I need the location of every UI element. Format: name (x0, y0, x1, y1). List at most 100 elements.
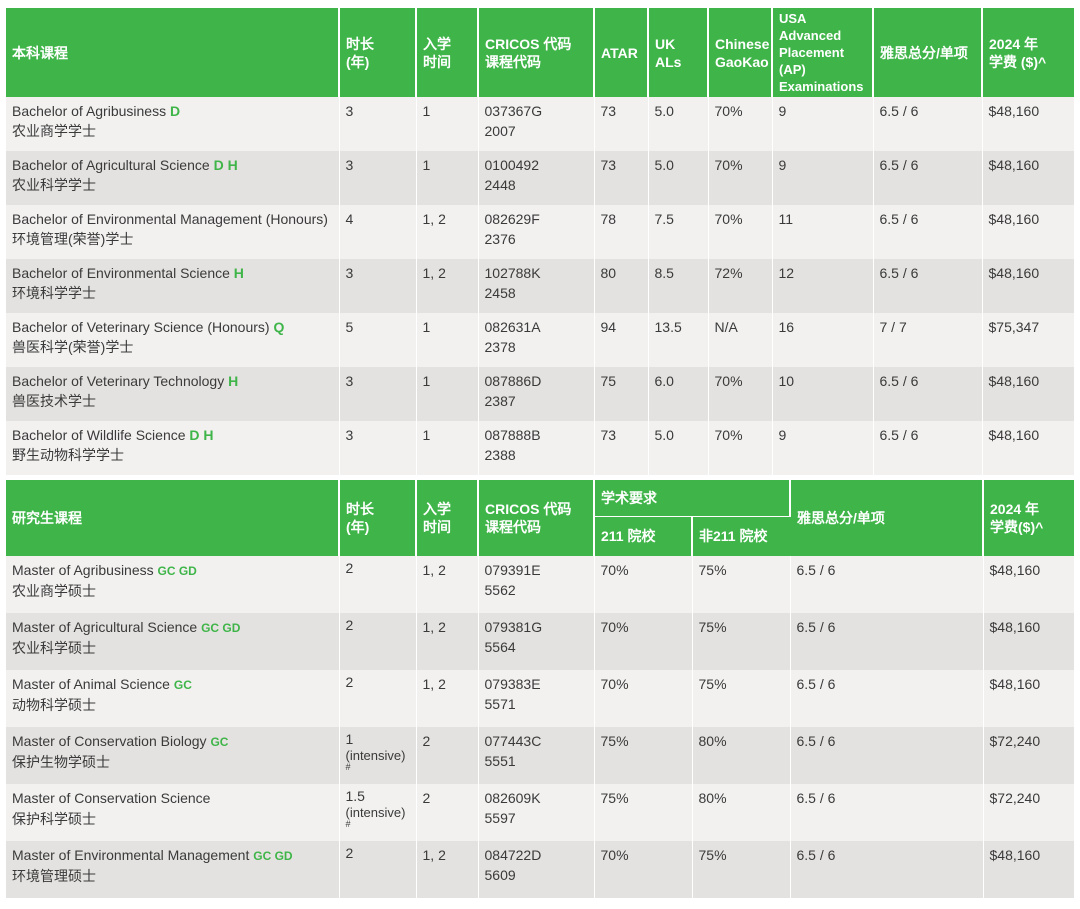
duration-cell: 4 (339, 205, 417, 259)
program-name-en: Master of Agricultural Science GC GD (12, 617, 333, 638)
program-name-en: Bachelor of Wildlife Science D H (12, 425, 333, 445)
duration-cell: 3 (339, 367, 417, 421)
program-name-en-text: Bachelor of Agribusiness (12, 103, 167, 119)
ukal-cell: 6.0 (648, 367, 709, 421)
program-name-zh: 环境管理硕士 (12, 868, 96, 884)
fee-cell: $72,240 (983, 784, 1074, 841)
ukal-cell: 7.5 (648, 205, 709, 259)
table-row: Bachelor of Agribusiness D 农业商学学士 3 1 037367… (6, 97, 1074, 151)
fee-cell: $48,160 (982, 259, 1074, 313)
program-name-zh: 兽医技术学士 (12, 393, 96, 409)
duration-footnote-mark: # (345, 819, 351, 829)
undergrad-header-duration: 时长 (年) (339, 8, 417, 97)
c211-cell: 70% (594, 556, 693, 613)
ukal-cell: 13.5 (648, 313, 709, 367)
program-tag: H (233, 265, 244, 281)
cricos-code: 082609K (484, 790, 541, 806)
gaokao-cell: 70% (708, 367, 773, 421)
intake-cell: 1 (416, 97, 479, 151)
undergrad-header-atar: ATAR (594, 8, 649, 97)
cricos-cell: 082629F 2376 (478, 205, 595, 259)
intake-cell: 1, 2 (416, 205, 479, 259)
ap-cell: 16 (772, 313, 874, 367)
program-name-en: Master of Animal Science GC (12, 674, 333, 695)
program-cell: Master of Conservation Science 保护科学硕士 (6, 784, 340, 841)
postgrad-header-intake: 入学 时间 (416, 480, 479, 556)
course-code: 5609 (484, 867, 516, 883)
ap-cell: 9 (772, 151, 874, 205)
program-tag: D (169, 103, 181, 119)
cricos-cell: 079383E 5571 (478, 670, 595, 727)
program-name-en: Master of Conservation Biology GC (12, 731, 333, 752)
course-code: 5562 (484, 582, 516, 598)
table-row: Master of Conservation Biology GC 保护生物学硕士… (6, 727, 1074, 784)
intake-cell: 1, 2 (416, 259, 479, 313)
intake-cell: 1, 2 (416, 613, 479, 670)
program-name-zh: 农业科学学士 (12, 177, 96, 193)
program-name-zh: 野生动物科学学士 (12, 447, 124, 463)
program-cell: Bachelor of Environmental Management (Ho… (6, 205, 340, 259)
course-code: 5564 (484, 639, 516, 655)
program-tag: Q (273, 319, 285, 335)
duration-cell: 2 (339, 613, 417, 670)
program-name-en: Master of Conservation Science (12, 788, 333, 809)
ielts-cell: 6.5 / 6 (873, 367, 983, 421)
ap-cell: 9 (772, 97, 874, 151)
postgrad-table: 研究生课程 时长 (年) 入学 时间 CRICOS 代码 课程代码 学术要求 雅思总分… (6, 480, 1074, 898)
c211-cell: 70% (594, 613, 693, 670)
ielts-cell: 6.5 / 6 (873, 205, 983, 259)
program-tag: GC GD (201, 621, 241, 635)
undergrad-header-fee: 2024 年学费 ($)^ (982, 8, 1074, 97)
cricos-cell: 082609K 5597 (478, 784, 595, 841)
program-name-en-text: Master of Conservation Science (12, 790, 211, 806)
cricos-code: 077443C (484, 733, 542, 749)
atar-cell: 78 (594, 205, 649, 259)
program-name-en: Master of Agribusiness GC GD (12, 560, 333, 581)
ukal-cell: 5.0 (648, 151, 709, 205)
undergrad-header-row: 本科课程 时长 (年) 入学 时间 CRICOS 代码 课程代码 ATAR UK AL… (6, 8, 1074, 97)
c211-cell: 75% (594, 727, 693, 784)
course-code: 5571 (484, 696, 516, 712)
table-row: Master of Conservation Science 保护科学硕士 1.5… (6, 784, 1074, 841)
c211-cell: 75% (594, 784, 693, 841)
program-name-en-text: Bachelor of Environmental Science (12, 265, 230, 281)
atar-cell: 73 (594, 151, 649, 205)
atar-cell: 73 (594, 421, 649, 475)
cricos-cell: 087886D 2387 (478, 367, 595, 421)
intake-cell: 1, 2 (416, 841, 479, 898)
fee-cell: $48,160 (983, 556, 1074, 613)
intake-cell: 1 (416, 367, 479, 421)
program-name-zh: 环境科学学士 (12, 285, 96, 301)
course-code: 2378 (484, 339, 516, 355)
program-name-en-text: Bachelor of Veterinary Science (Honours) (12, 319, 270, 335)
program-name-en-text: Master of Agricultural Science (12, 619, 198, 635)
program-cell: Bachelor of Veterinary Science (Honours)… (6, 313, 340, 367)
duration-value: 2 (345, 845, 354, 861)
ielts-cell: 6.5 / 6 (873, 151, 983, 205)
duration-value: 1 (345, 731, 354, 747)
course-code: 2007 (484, 123, 516, 139)
table-row: Master of Environmental Management GC GD… (6, 841, 1074, 898)
ap-cell: 10 (772, 367, 874, 421)
gaokao-cell: 70% (708, 151, 773, 205)
non211-cell: 75% (692, 613, 791, 670)
program-cell: Master of Agribusiness GC GD 农业商学硕士 (6, 556, 340, 613)
program-name-en-text: Bachelor of Veterinary Technology (12, 373, 225, 389)
ielts-cell: 6.5 / 6 (873, 421, 983, 475)
postgrad-header-academic: 学术要求 (594, 480, 791, 516)
postgrad-header-duration: 时长 (年) (339, 480, 417, 556)
undergrad-header-ukal: UK ALs (648, 8, 709, 97)
fee-cell: $48,160 (982, 367, 1074, 421)
table-row: Bachelor of Environmental Management (Ho… (6, 205, 1074, 259)
gaokao-cell: 72% (708, 259, 773, 313)
table-row: Bachelor of Wildlife Science D H 野生动物科学学士… (6, 421, 1074, 475)
program-name-en-text: Master of Conservation Biology (12, 733, 207, 749)
intake-cell: 1, 2 (416, 556, 479, 613)
fee-cell: $72,240 (983, 727, 1074, 784)
program-name-zh: 环境管理(荣誉)学士 (12, 231, 134, 247)
program-cell: Master of Environmental Management GC GD… (6, 841, 340, 898)
fee-cell: $48,160 (983, 613, 1074, 670)
ukal-cell: 5.0 (648, 421, 709, 475)
program-name-zh: 农业商学学士 (12, 123, 96, 139)
ielts-cell: 7 / 7 (873, 313, 983, 367)
